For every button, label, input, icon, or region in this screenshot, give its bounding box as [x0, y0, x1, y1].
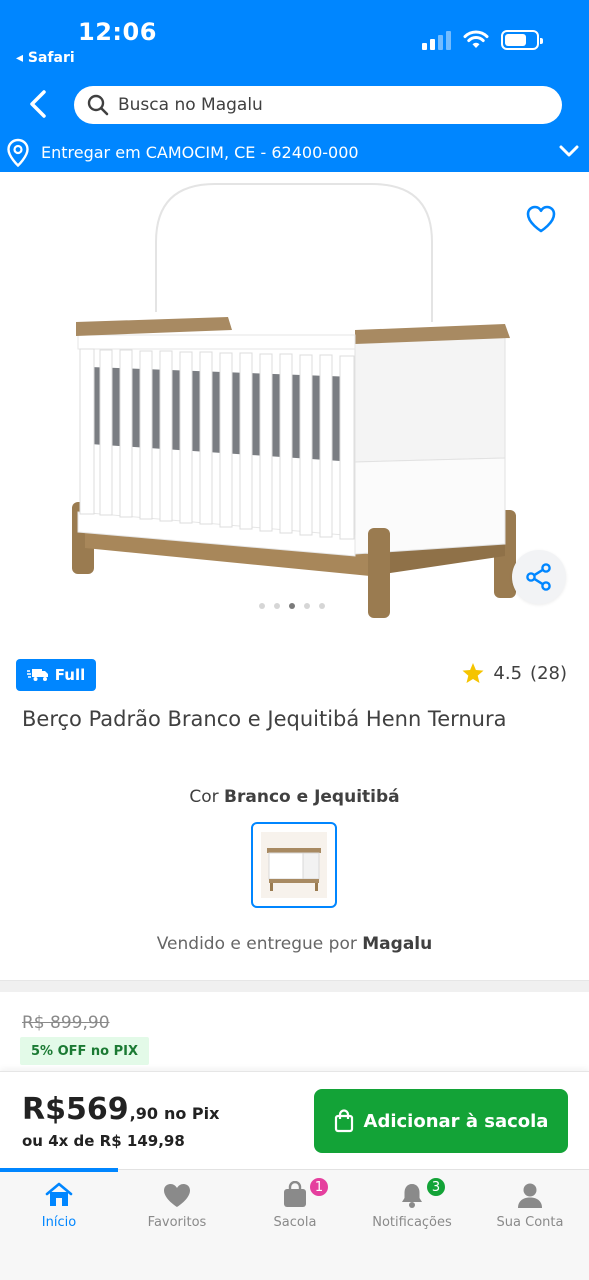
- search-input[interactable]: [118, 95, 538, 115]
- tab-label: Notificações: [372, 1215, 452, 1230]
- gallery-pagination: [259, 603, 325, 609]
- color-value: Branco e Jequitibá: [224, 787, 400, 807]
- rating-value: 4.5: [493, 663, 523, 684]
- color-label: Cor: [189, 787, 219, 807]
- share-icon: [526, 563, 551, 591]
- status-time: 12:06: [78, 18, 157, 46]
- gallery-dot[interactable]: [274, 603, 280, 609]
- old-price: R$ 899,90: [22, 1013, 110, 1033]
- price-suffix: no Pix: [163, 1104, 220, 1123]
- delivery-location[interactable]: Entregar em CAMOCIM, CE - 62400-000: [0, 134, 589, 172]
- gallery-dot[interactable]: [319, 603, 325, 609]
- tab-notificacoes[interactable]: 3 Notificações: [353, 1172, 471, 1242]
- heart-outline-icon: [526, 205, 556, 233]
- delivery-text: Entregar em CAMOCIM, CE - 62400-000: [41, 143, 359, 162]
- full-badge-label: Full: [54, 666, 86, 684]
- search-bar[interactable]: [74, 86, 562, 124]
- chevron-left-icon: [30, 90, 46, 118]
- product-rating[interactable]: 4.5 (28): [461, 662, 567, 685]
- color-selector-label: Cor Branco e Jequitibá: [0, 787, 589, 807]
- tab-label: Favoritos: [147, 1215, 207, 1230]
- share-button[interactable]: [512, 550, 566, 604]
- cellular-signal-icon: [422, 30, 451, 50]
- tab-sacola[interactable]: 1 Sacola: [236, 1172, 354, 1242]
- wifi-icon: [463, 30, 489, 48]
- rating-count: (28): [530, 663, 567, 684]
- heart-icon: [164, 1184, 190, 1207]
- favorite-button[interactable]: [525, 204, 557, 238]
- product-page: 12:06 ◂ Safari Busca no Magalu Entregar …: [0, 0, 589, 1280]
- user-icon: [518, 1183, 542, 1208]
- status-icons: [422, 30, 543, 50]
- gallery-dot[interactable]: [304, 603, 310, 609]
- tab-inicio[interactable]: Início: [0, 1172, 118, 1242]
- back-button[interactable]: [20, 84, 56, 124]
- gallery-dot-active[interactable]: [289, 603, 295, 609]
- chevron-down-icon[interactable]: [559, 144, 579, 158]
- pix-discount-badge: 5% OFF no PIX: [20, 1037, 149, 1065]
- tab-label: Sua Conta: [496, 1215, 564, 1230]
- status-back-to-safari[interactable]: ◂ Safari: [16, 50, 75, 66]
- bell-icon: [402, 1184, 422, 1208]
- color-variant-thumbnail[interactable]: [251, 822, 337, 908]
- variant-thumbnail-image: [261, 832, 327, 898]
- battery-icon: [501, 30, 543, 50]
- seller-name[interactable]: Magalu: [362, 934, 432, 954]
- star-icon: [462, 663, 484, 683]
- gallery-dot[interactable]: [259, 603, 265, 609]
- header: 12:06 ◂ Safari Busca no Magalu Entregar …: [0, 0, 589, 172]
- tab-label: Sacola: [273, 1215, 317, 1230]
- shopping-bag-icon: [334, 1109, 353, 1133]
- price-integer: R$569: [22, 1092, 129, 1127]
- tab-sua-conta[interactable]: Sua Conta: [471, 1172, 589, 1242]
- add-to-bag-label: Adicionar à sacola: [363, 1110, 549, 1132]
- search-icon: [87, 94, 109, 116]
- price-cents: ,90: [129, 1104, 158, 1123]
- pix-price: R$569 ,90 no Pix: [22, 1092, 219, 1127]
- tab-favoritos[interactable]: Favoritos: [118, 1172, 236, 1242]
- notification-count-badge: 3: [425, 1176, 447, 1198]
- bag-count-badge: 1: [308, 1176, 330, 1198]
- bag-icon: [284, 1181, 306, 1207]
- full-badge: Full: [16, 659, 96, 691]
- seller-info: Vendido e entregue por Magalu: [0, 934, 589, 954]
- location-pin-icon: [7, 138, 29, 168]
- seller-prefix: Vendido e entregue por: [156, 934, 357, 954]
- home-icon: [45, 1182, 73, 1206]
- truck-icon: [26, 669, 48, 681]
- product-image[interactable]: [0, 172, 589, 622]
- add-to-bag-button[interactable]: Adicionar à sacola: [314, 1089, 568, 1153]
- section-divider: [0, 980, 589, 992]
- installments: ou 4x de R$ 149,98: [22, 1132, 185, 1150]
- product-title: Berço Padrão Branco e Jequitibá Henn Ter…: [22, 707, 507, 731]
- tab-label: Início: [41, 1215, 77, 1230]
